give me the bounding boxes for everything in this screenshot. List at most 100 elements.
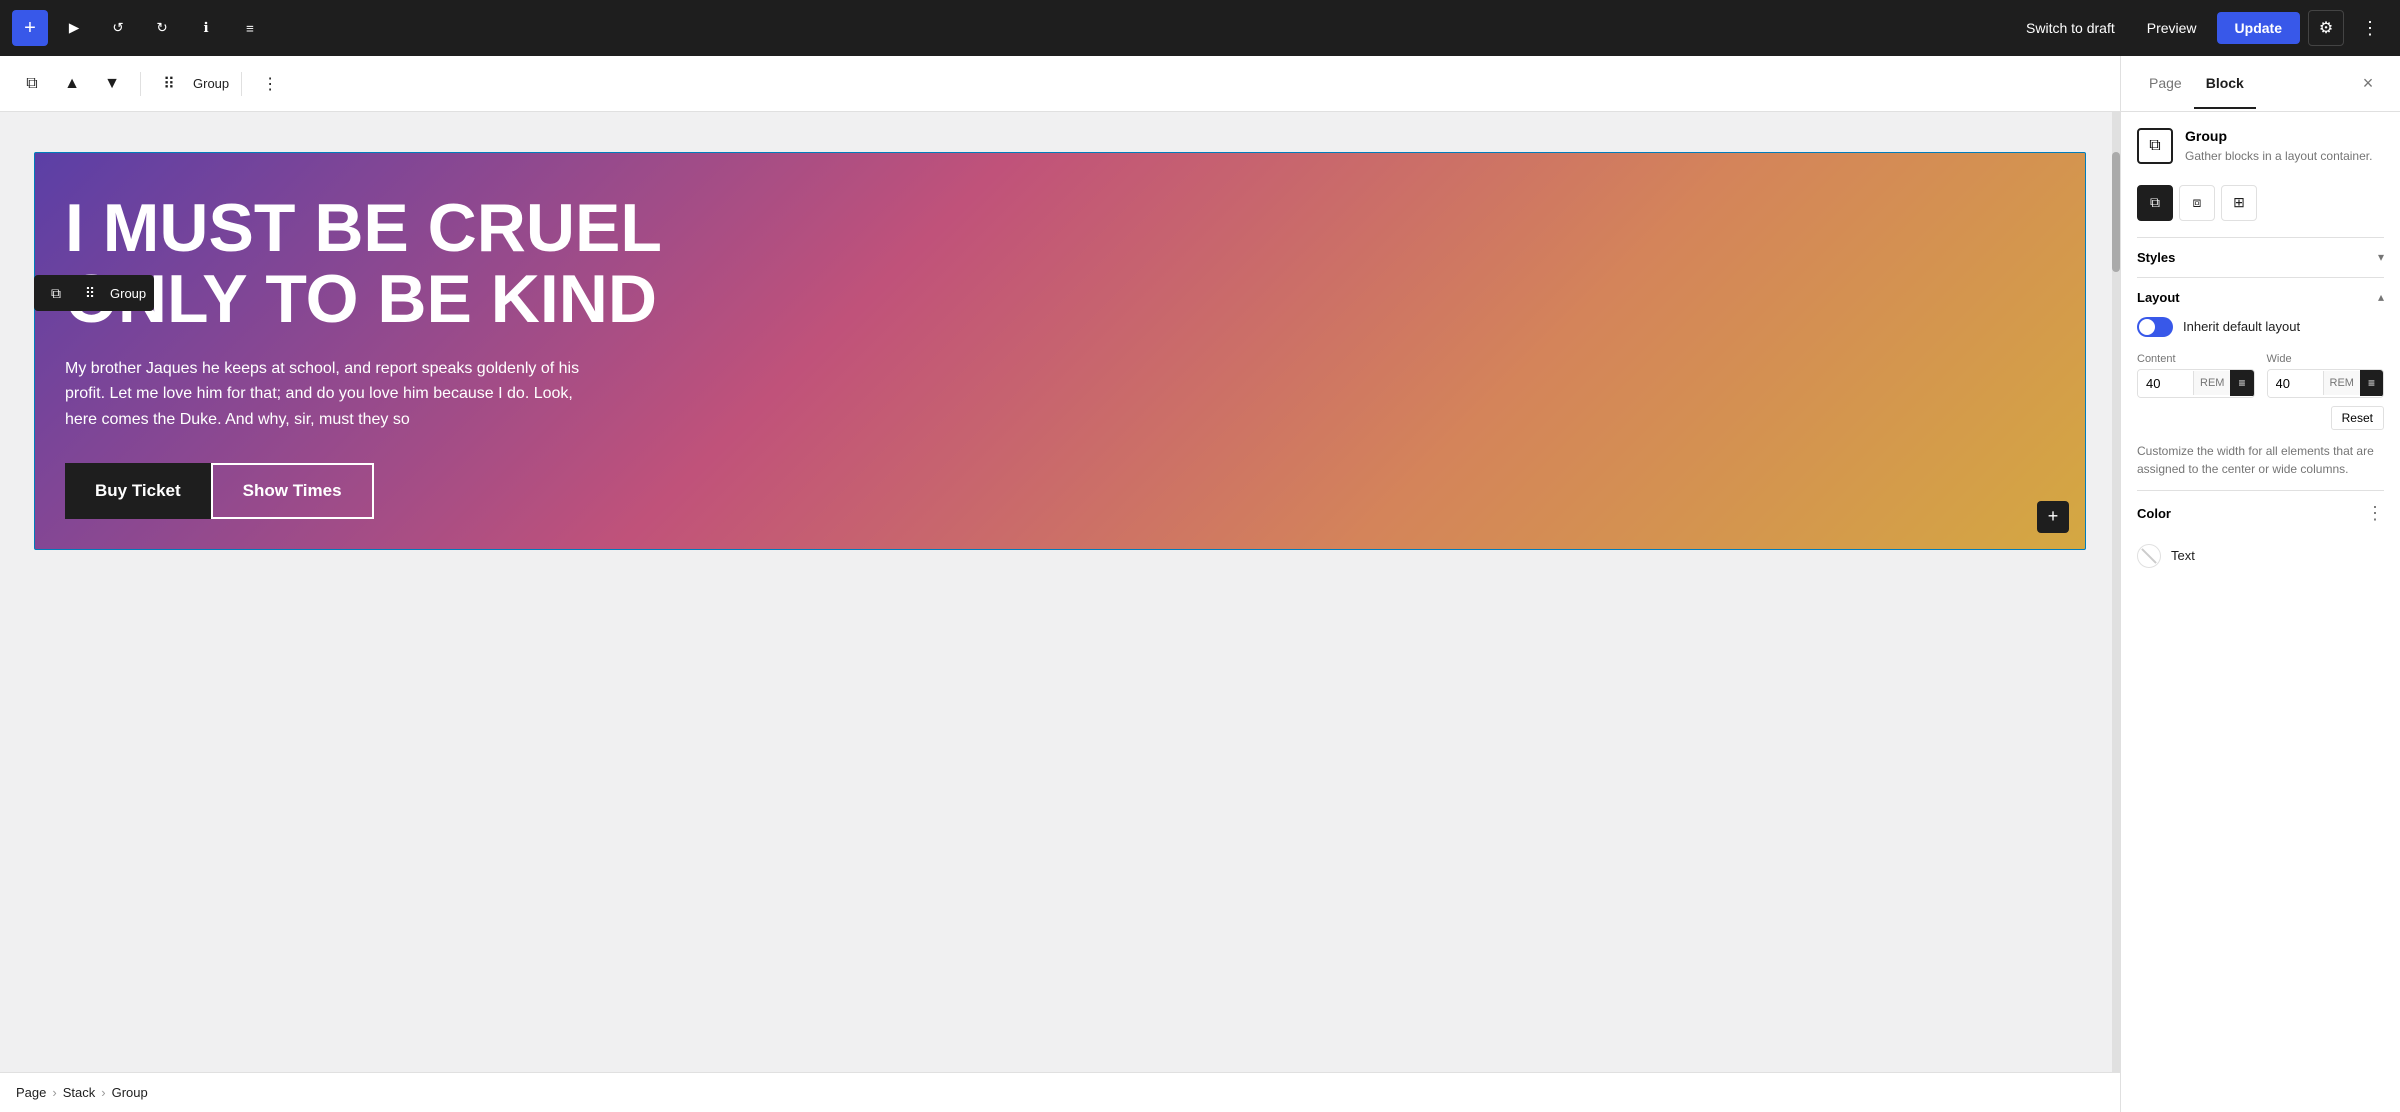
redo-button[interactable]: ↻	[144, 10, 180, 46]
styles-label: Styles	[2137, 250, 2378, 265]
breadcrumb-bar: Page › Stack › Group	[0, 1072, 2120, 1112]
content-input-row: REM ≡	[2137, 369, 2255, 398]
group-drag-button[interactable]: ⠿	[76, 279, 104, 307]
layout-option-1[interactable]: ⧉	[2137, 185, 2173, 221]
hero-buttons: Buy Ticket Show Times	[65, 463, 705, 519]
layout-icon-3: ⊞	[2233, 194, 2245, 211]
layout-option-3[interactable]: ⊞	[2221, 185, 2257, 221]
breadcrumb-page[interactable]: Page	[16, 1085, 46, 1100]
wide-unit: REM	[2323, 371, 2360, 395]
wide-input-row: REM ≡	[2267, 369, 2385, 398]
hero-content: I MUST BE CRUEL ONLY TO BE KIND My broth…	[35, 153, 735, 549]
block-more-button[interactable]: ⋮	[254, 68, 286, 100]
update-button[interactable]: Update	[2217, 12, 2300, 44]
block-type-icon: ⧉	[2137, 128, 2173, 164]
undo-icon: ↺	[112, 20, 123, 36]
panel-close-button[interactable]: ×	[2352, 68, 2384, 100]
panel-header: Page Block ×	[2121, 56, 2400, 112]
inherit-layout-label: Inherit default layout	[2183, 319, 2300, 334]
menu-icon: ≡	[246, 21, 254, 36]
inherit-layout-toggle[interactable]	[2137, 317, 2173, 337]
drag-handle[interactable]: ⠿	[153, 68, 185, 100]
content-value-input[interactable]	[2138, 370, 2193, 397]
move-down-button[interactable]: ▼	[96, 68, 128, 100]
group-copy-button[interactable]: ⧉	[42, 279, 70, 307]
customize-description: Customize the width for all elements tha…	[2137, 442, 2384, 478]
close-icon: ×	[2363, 73, 2374, 94]
content-label: Content	[2137, 353, 2255, 365]
breadcrumb-group[interactable]: Group	[112, 1085, 148, 1100]
hero-description: My brother Jaques he keeps at school, an…	[65, 356, 605, 433]
group-icon: ⧉	[2149, 137, 2160, 155]
wide-input-group: Wide REM ≡	[2267, 353, 2385, 398]
block-info-text: Group Gather blocks in a layout containe…	[2185, 128, 2372, 165]
redo-icon: ↻	[156, 20, 167, 36]
wide-label: Wide	[2267, 353, 2385, 365]
reset-button[interactable]: Reset	[2331, 406, 2384, 430]
preview-button[interactable]: Preview	[2135, 12, 2209, 44]
more-icon: ⋮	[2361, 18, 2379, 39]
right-panel: Page Block × ⧉ Group Gather blocks in a …	[2120, 56, 2400, 1112]
info-button[interactable]: ℹ	[188, 10, 224, 46]
canvas-area[interactable]: ⧉ ⠿ Group I MUST BE CRUEL ONLY TO BE KIN…	[0, 112, 2120, 1072]
menu-button[interactable]: ≡	[232, 10, 268, 46]
hero-add-button[interactable]: +	[2037, 501, 2069, 533]
block-more-icon: ⋮	[262, 74, 278, 94]
styles-chevron-icon: ▾	[2378, 250, 2384, 264]
group-block-label: Group	[110, 286, 146, 301]
copy-block-button[interactable]: ⧉	[16, 68, 48, 100]
text-color-label: Text	[2171, 548, 2195, 563]
group-block-toolbar: ⧉ ⠿ Group	[34, 275, 154, 311]
hero-add-icon: +	[2048, 506, 2059, 527]
breadcrumb-sep-1: ›	[52, 1085, 56, 1100]
play-button[interactable]: ▶	[56, 10, 92, 46]
layout-icon-2: ⧈	[2193, 194, 2202, 211]
add-block-button[interactable]: +	[12, 10, 48, 46]
no-color-slash	[2141, 548, 2157, 564]
hero-title: I MUST BE CRUEL ONLY TO BE KIND	[65, 193, 705, 336]
block-info: ⧉ Group Gather blocks in a layout contai…	[2137, 128, 2384, 165]
toolbar-divider-2	[241, 72, 242, 96]
group-drag-icon: ⠿	[85, 285, 95, 302]
plus-icon: +	[24, 17, 36, 40]
info-icon: ℹ	[203, 20, 208, 36]
layout-options: ⧉ ⧈ ⊞	[2137, 185, 2384, 221]
breadcrumb-stack[interactable]: Stack	[63, 1085, 96, 1100]
panel-body: ⧉ Group Gather blocks in a layout contai…	[2121, 112, 2400, 1112]
styles-section-header[interactable]: Styles ▾	[2137, 237, 2384, 277]
tab-block[interactable]: Block	[2194, 59, 2256, 109]
layout-section-header[interactable]: Layout ▴	[2137, 277, 2384, 317]
wide-align-icon[interactable]: ≡	[2360, 370, 2383, 396]
layout-option-2[interactable]: ⧈	[2179, 185, 2215, 221]
settings-button[interactable]: ⚙	[2308, 10, 2344, 46]
block-title: Group	[2185, 128, 2372, 144]
show-times-button[interactable]: Show Times	[211, 463, 374, 519]
layout-inputs-row: Content REM ≡ Wide REM ≡	[2137, 353, 2384, 398]
play-icon: ▶	[69, 20, 79, 36]
text-color-swatch[interactable]	[2137, 544, 2161, 568]
text-color-row: Text	[2137, 536, 2384, 576]
color-label: Color	[2137, 506, 2366, 521]
drag-icon: ⠿	[163, 74, 175, 94]
color-more-icon: ⋮	[2366, 503, 2384, 524]
block-description: Gather blocks in a layout container.	[2185, 148, 2372, 165]
layout-icon-1: ⧉	[2150, 194, 2160, 211]
content-align-icon[interactable]: ≡	[2230, 370, 2253, 396]
switch-to-draft-button[interactable]: Switch to draft	[2014, 12, 2127, 44]
block-type-label: Group	[193, 76, 229, 91]
move-up-button[interactable]: ▲	[56, 68, 88, 100]
more-options-button[interactable]: ⋮	[2352, 10, 2388, 46]
toolbar-right: Switch to draft Preview Update ⚙ ⋮	[2014, 10, 2388, 46]
color-section-header: Color ⋮	[2137, 490, 2384, 536]
settings-icon: ⚙	[2319, 18, 2333, 38]
undo-button[interactable]: ↺	[100, 10, 136, 46]
scroll-indicator	[2112, 112, 2120, 1072]
inherit-layout-row: Inherit default layout	[2137, 317, 2384, 337]
color-more-button[interactable]: ⋮	[2366, 503, 2384, 524]
wide-value-input[interactable]	[2268, 370, 2323, 397]
layout-chevron-icon: ▴	[2378, 290, 2384, 304]
main-area: ⧉ ▲ ▼ ⠿ Group ⋮ ⧉ ⠿ Gr	[0, 56, 2400, 1112]
top-toolbar: + ▶ ↺ ↻ ℹ ≡ Switch to draft Preview Upda…	[0, 0, 2400, 56]
buy-ticket-button[interactable]: Buy Ticket	[65, 463, 211, 519]
tab-page[interactable]: Page	[2137, 59, 2194, 109]
